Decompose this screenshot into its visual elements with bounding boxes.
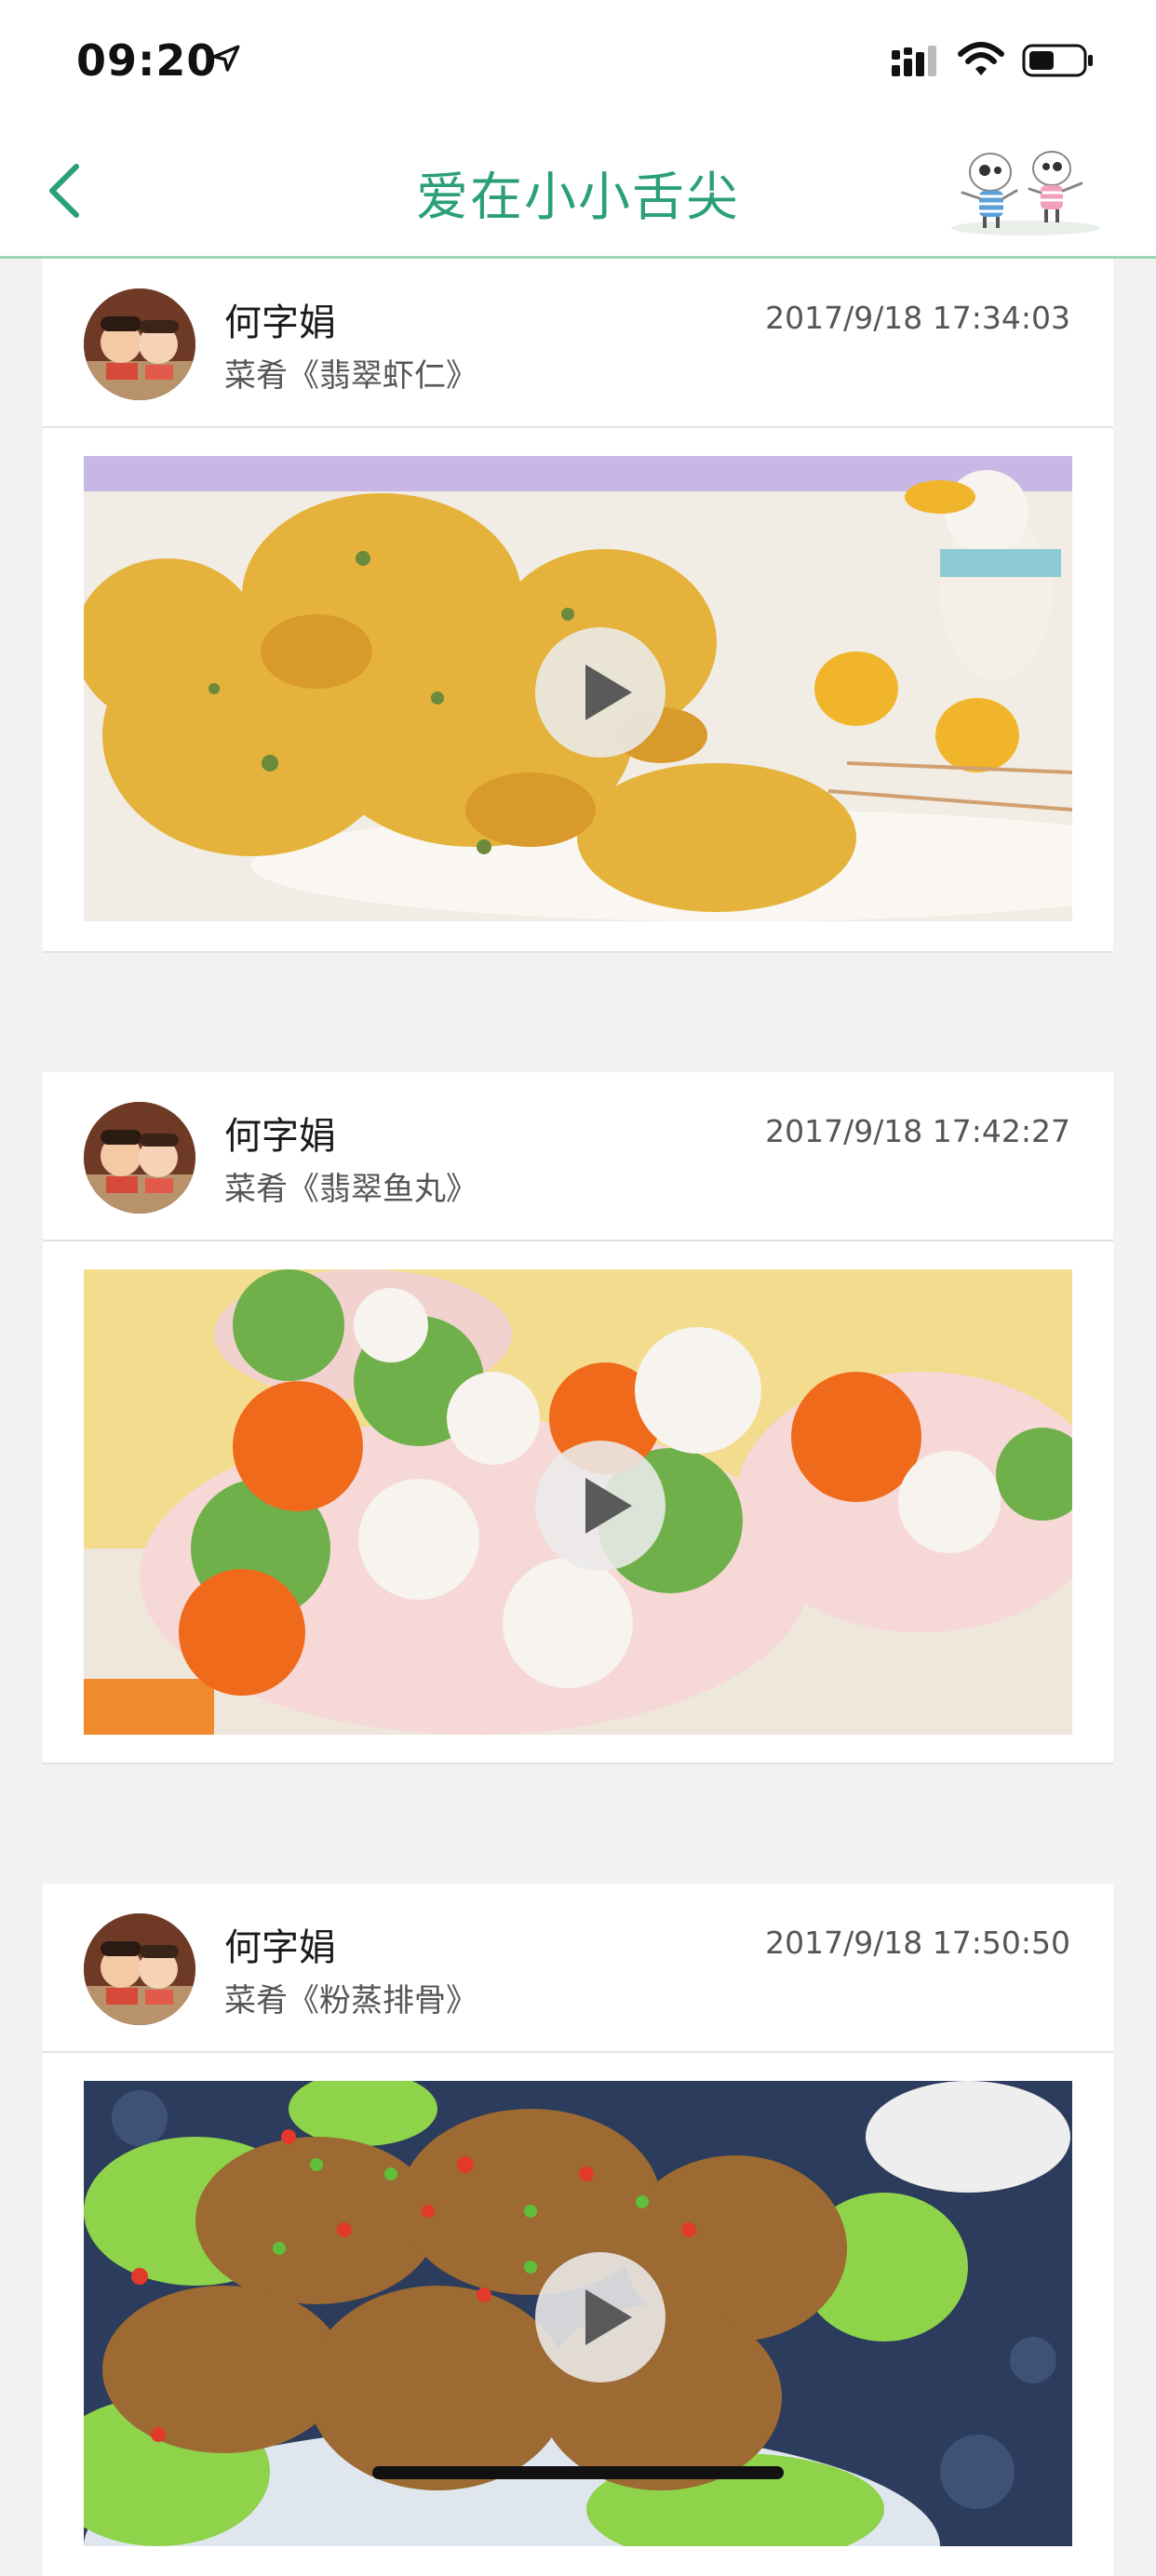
home-indicator[interactable] — [372, 2466, 784, 2479]
post-header: 何字娟 菜肴《粉蒸排骨》 2017/9/18 17:50:50 — [43, 1884, 1113, 2053]
post-author: 何字娟 — [224, 1115, 336, 1158]
play-icon — [585, 664, 632, 720]
play-button[interactable] — [535, 627, 665, 758]
divider — [43, 1763, 1113, 1764]
post-dish-title: 菜肴《粉蒸排骨》 — [224, 1982, 477, 2019]
location-arrow-icon — [212, 45, 240, 72]
play-icon — [585, 2289, 632, 2345]
post-timestamp: 2017/9/18 17:42:27 — [765, 1113, 1070, 1149]
mascot-logo-icon — [951, 151, 1100, 235]
post-card: 何字娟 菜肴《翡翠虾仁》 2017/9/18 17:34:03 — [43, 259, 1113, 953]
avatar[interactable] — [84, 1913, 195, 2025]
post-dish-title: 菜肴《翡翠虾仁》 — [224, 357, 477, 395]
post-timestamp: 2017/9/18 17:50:50 — [765, 1925, 1070, 1961]
post-card: 何字娟 菜肴《翡翠鱼丸》 2017/9/18 17:42:27 — [43, 1072, 1113, 1764]
avatar[interactable] — [84, 288, 195, 400]
post-header: 何字娟 菜肴《翡翠鱼丸》 2017/9/18 17:42:27 — [43, 1072, 1113, 1241]
video-thumbnail[interactable] — [84, 1269, 1072, 1735]
post-author: 何字娟 — [224, 1926, 336, 1969]
play-button[interactable] — [535, 1441, 665, 1571]
play-button[interactable] — [535, 2252, 665, 2382]
battery-icon — [1022, 44, 1093, 77]
video-thumbnail[interactable] — [84, 456, 1072, 921]
divider — [43, 951, 1113, 953]
nav-bar: 爱在小小舌尖 — [0, 126, 1156, 259]
post-feed: 何字娟 菜肴《翡翠虾仁》 2017/9/18 17:34:03 何字娟 菜肴《翡… — [43, 259, 1113, 2576]
play-icon — [585, 1478, 632, 1534]
wifi-icon — [958, 42, 1004, 75]
post-dish-title: 菜肴《翡翠鱼丸》 — [224, 1171, 477, 1208]
post-author: 何字娟 — [224, 302, 336, 344]
post-header: 何字娟 菜肴《翡翠虾仁》 2017/9/18 17:34:03 — [43, 259, 1113, 428]
status-time: 09:20 — [76, 35, 218, 86]
post-timestamp: 2017/9/18 17:34:03 — [765, 300, 1070, 336]
status-bar: 09:20 — [0, 0, 1156, 126]
cellular-signal-icon — [892, 46, 936, 76]
avatar[interactable] — [84, 1102, 195, 1214]
